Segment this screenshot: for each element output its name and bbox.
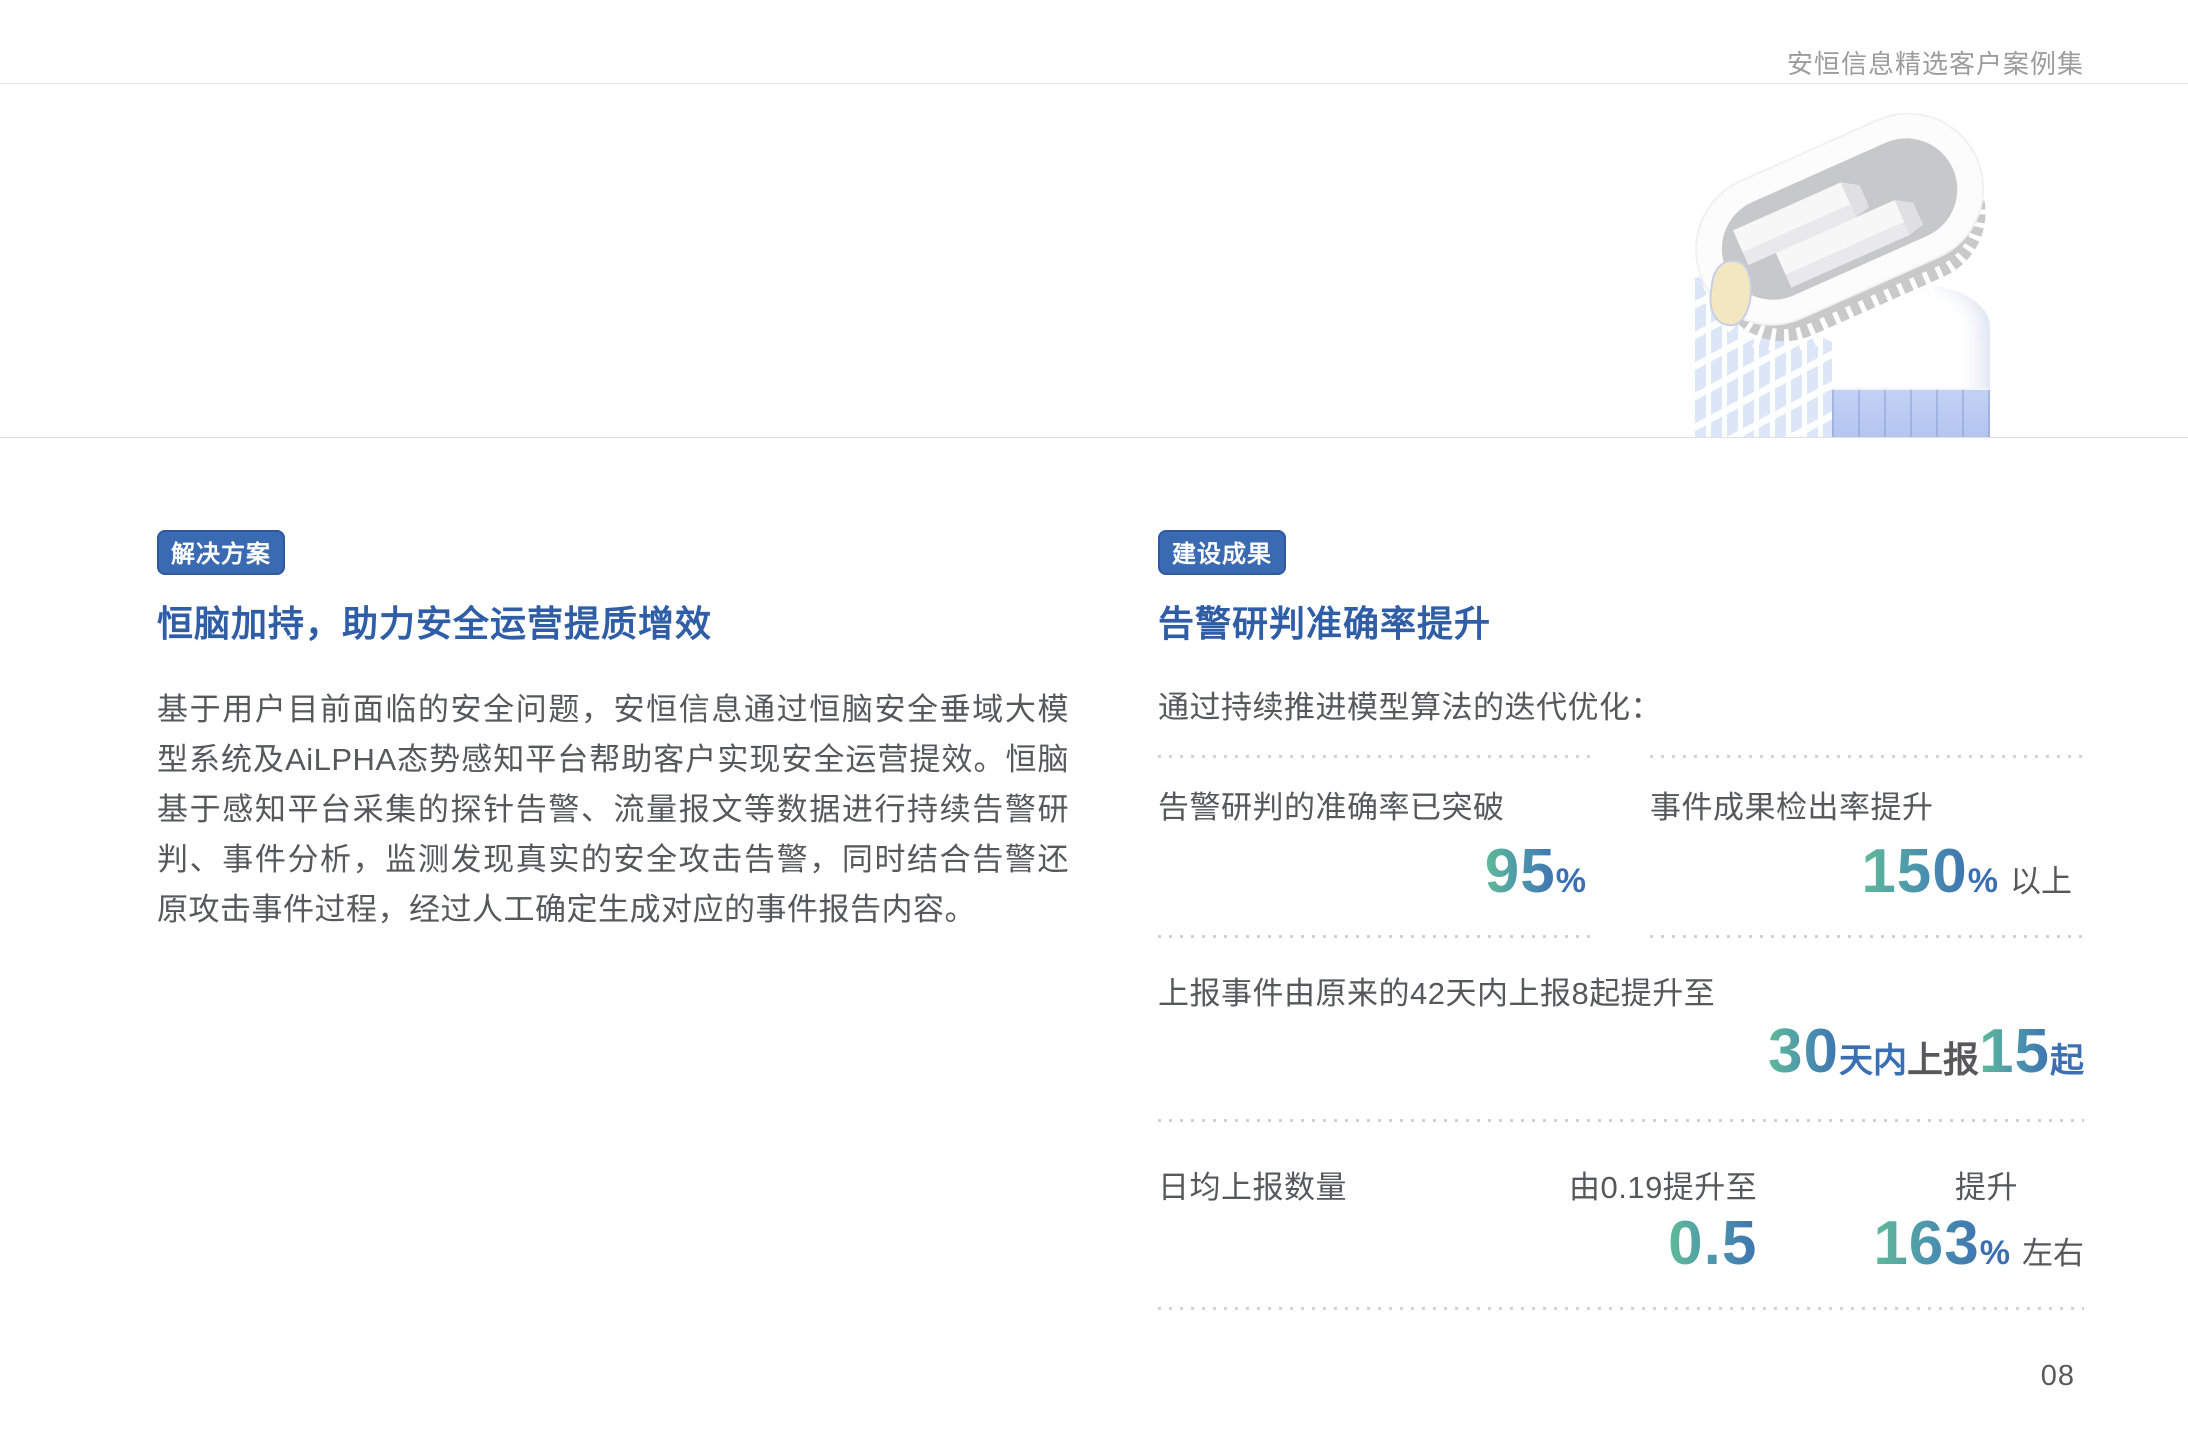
stat-daily-from: 由0.19提升至 0.5	[1569, 1162, 1757, 1291]
building-facade	[1690, 273, 1838, 437]
dotted-divider	[1158, 1307, 2084, 1310]
stat-daily-lift-unit: %	[1980, 1234, 2010, 1272]
stat-reporting: 上报事件由原来的42天内上报8起提升至 30天内上报15起	[1158, 968, 2084, 1122]
stat-daily-lift-value-line: 163%左右	[1873, 1213, 2084, 1291]
results-badge: 建设成果	[1158, 530, 1286, 575]
stat-detection-value-line: 150%以上	[1650, 841, 2072, 919]
stat-detection: 事件成果检出率提升 150% 以上	[1650, 755, 2084, 938]
stat-reporting-days: 30	[1768, 1017, 1839, 1086]
stat-daily: 日均上报数量 由0.19提升至 0.5 提升 163% 左右	[1158, 1162, 2084, 1310]
stat-reporting-days-unit: 天内	[1839, 1042, 1907, 1080]
results-intro: 通过持续推进模型算法的迭代优化：	[1158, 682, 2084, 727]
building-illustration	[1690, 100, 1990, 437]
top-divider	[0, 83, 2188, 84]
stat-daily-lift-value: 163	[1873, 1209, 1979, 1278]
building-glass	[1832, 388, 1990, 437]
stat-accuracy-label: 告警研判的准确率已突破	[1158, 782, 1598, 827]
header-title: 安恒信息精选客户案例集	[1787, 44, 2084, 81]
results-stats: 告警研判的准确率已突破 95% 事件成果检出率提升 150% 以上 上报事件由原来…	[1158, 755, 2084, 1310]
stat-reporting-value-line: 30天内上报15起	[1158, 1021, 2084, 1099]
stat-daily-label: 日均上报数量	[1158, 1162, 1569, 1207]
stat-detection-label: 事件成果检出率提升	[1650, 782, 2084, 827]
stat-daily-lift-label: 提升	[1955, 1162, 2084, 1207]
stat-daily-lift-suffix: 左右	[2022, 1236, 2084, 1271]
building-roof	[1690, 100, 1990, 350]
building-tower	[1832, 285, 1990, 437]
dotted-divider	[1650, 935, 2084, 938]
stat-detection-value: 150	[1861, 837, 1967, 906]
solution-body: 基于用户目前面临的安全问题，安恒信息通过恒脑安全垂域大模型系统及AiLPHA态势…	[157, 685, 1069, 935]
stat-daily-from-value: 0.5	[1668, 1209, 1757, 1278]
stat-daily-from-value-line: 0.5	[1668, 1213, 1757, 1291]
page-number: 08	[2041, 1360, 2075, 1393]
dotted-divider	[1158, 1119, 2084, 1122]
stat-daily-content: 日均上报数量 由0.19提升至 0.5 提升 163% 左右	[1158, 1162, 2084, 1291]
stat-accuracy-value-line: 95%	[1158, 841, 1586, 919]
solution-heading: 恒脑加持，助力安全运营提质增效	[157, 595, 1069, 647]
dotted-divider	[1158, 755, 1598, 758]
stats-row-1: 告警研判的准确率已突破 95% 事件成果检出率提升 150% 以上	[1158, 755, 2084, 938]
stat-detection-suffix: 以上	[2010, 864, 2072, 899]
middle-divider	[0, 437, 2188, 438]
stat-daily-from-label: 由0.19提升至	[1569, 1162, 1757, 1207]
stat-accuracy-value: 95	[1485, 837, 1556, 906]
stat-reporting-mid: 上报	[1907, 1039, 1979, 1080]
stat-reporting-count: 15	[1979, 1017, 2050, 1086]
solution-badge: 解决方案	[157, 530, 285, 575]
stat-accuracy-unit: %	[1556, 862, 1586, 900]
results-section: 建设成果 告警研判准确率提升 通过持续推进模型算法的迭代优化： 告警研判的准确率…	[1158, 530, 2084, 1310]
results-heading: 告警研判准确率提升	[1158, 595, 2084, 647]
dotted-divider	[1650, 755, 2084, 758]
solution-section: 解决方案 恒脑加持，助力安全运营提质增效 基于用户目前面临的安全问题，安恒信息通…	[157, 530, 1069, 935]
stat-reporting-count-unit: 起	[2050, 1042, 2084, 1080]
building-accent-blob	[1706, 257, 1757, 328]
stat-reporting-label: 上报事件由原来的42天内上报8起提升至	[1158, 968, 2084, 1013]
stat-accuracy: 告警研判的准确率已突破 95%	[1158, 755, 1598, 938]
stat-detection-unit: %	[1968, 862, 1998, 900]
stat-daily-lift: 提升 163% 左右	[1873, 1162, 2084, 1291]
dotted-divider	[1158, 935, 1598, 938]
